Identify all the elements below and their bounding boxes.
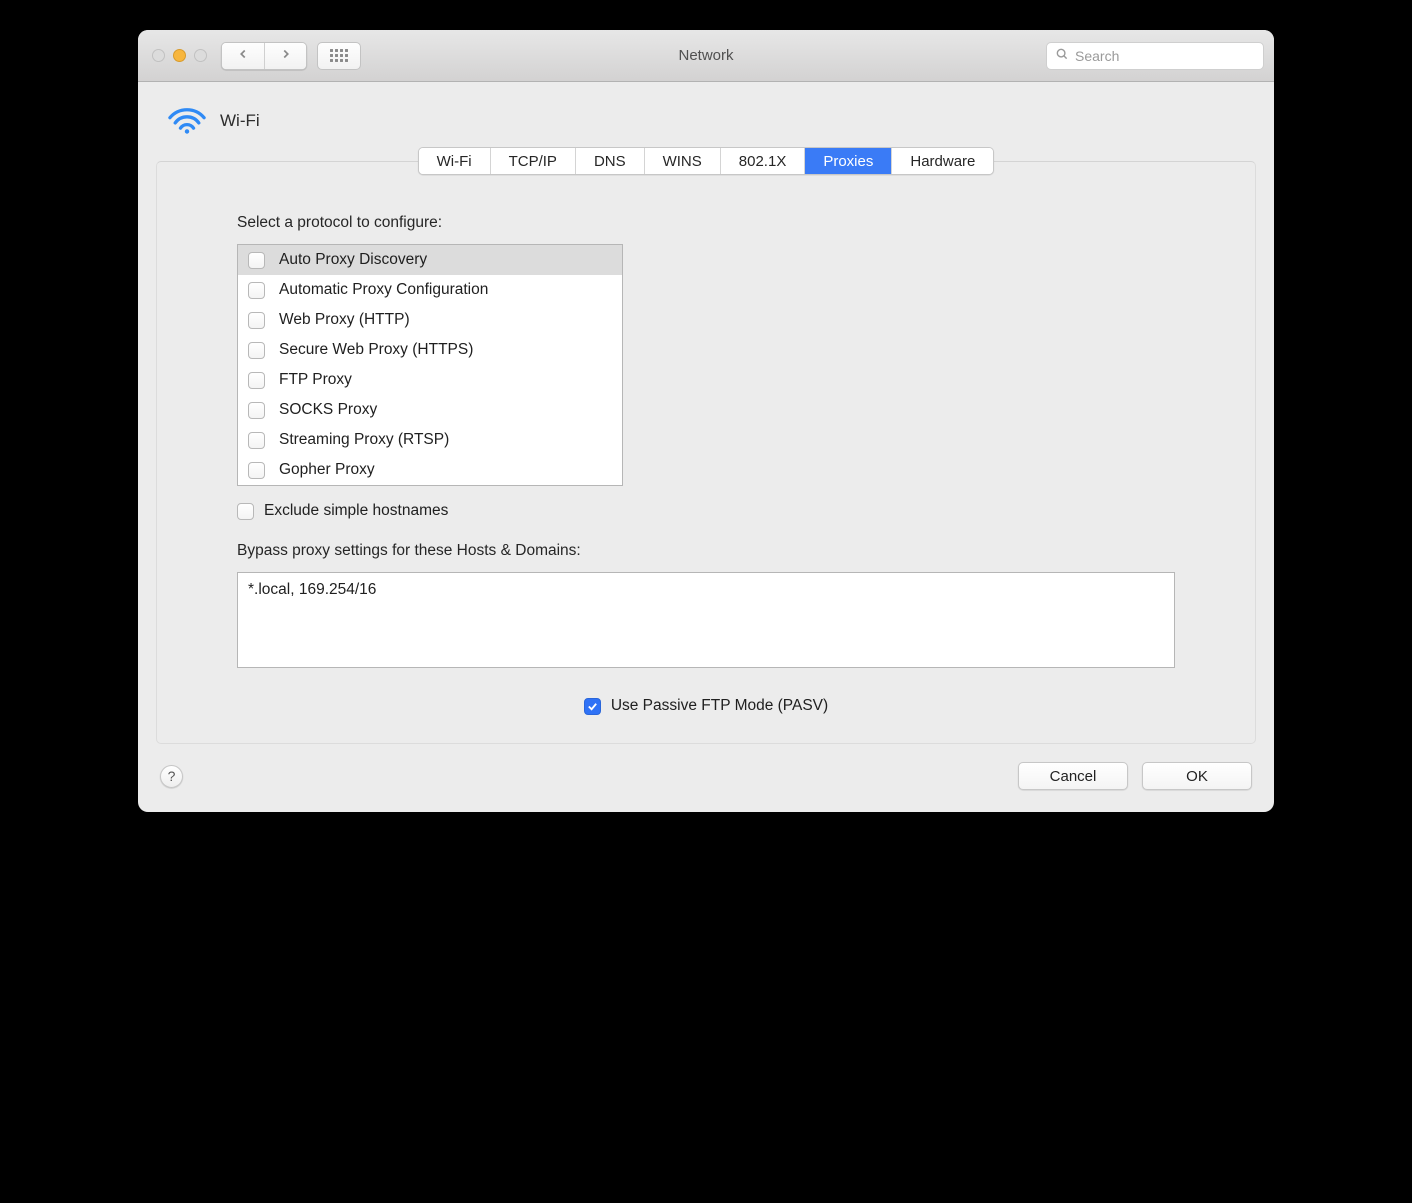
chevron-left-icon — [236, 47, 250, 64]
checkbox-icon — [584, 698, 601, 715]
exclude-simple-hostnames-label: Exclude simple hostnames — [264, 502, 448, 520]
show-all-button[interactable] — [317, 42, 361, 70]
interface-name: Wi-Fi — [220, 111, 260, 131]
protocol-label: FTP Proxy — [279, 371, 352, 389]
checkbox-icon — [248, 432, 265, 449]
checkbox-icon — [248, 282, 265, 299]
preferences-window: Network Wi-Fi Wi-FiTCP/IPDNSWINS802.1XPr… — [138, 30, 1274, 812]
tab-dns[interactable]: DNS — [575, 148, 644, 174]
checkbox-icon — [248, 372, 265, 389]
protocol-list[interactable]: Auto Proxy Discovery Automatic Proxy Conf… — [237, 244, 623, 486]
close-window-button[interactable] — [152, 49, 165, 62]
tab-bar: Wi-FiTCP/IPDNSWINS802.1XProxiesHardware — [418, 147, 995, 175]
grid-icon — [330, 49, 348, 62]
tab-8021x[interactable]: 802.1X — [720, 148, 805, 174]
use-passive-ftp-label: Use Passive FTP Mode (PASV) — [611, 697, 828, 715]
protocol-row[interactable]: Automatic Proxy Configuration — [238, 275, 622, 305]
protocol-row[interactable]: Secure Web Proxy (HTTPS) — [238, 335, 622, 365]
protocol-row[interactable]: FTP Proxy — [238, 365, 622, 395]
tab-wins[interactable]: WINS — [644, 148, 720, 174]
protocol-label: Streaming Proxy (RTSP) — [279, 431, 449, 449]
minimize-window-button[interactable] — [173, 49, 186, 62]
protocol-label: Secure Web Proxy (HTTPS) — [279, 341, 473, 359]
protocol-row[interactable]: Web Proxy (HTTP) — [238, 305, 622, 335]
search-input[interactable] — [1075, 48, 1256, 64]
protocol-label: SOCKS Proxy — [279, 401, 377, 419]
search-icon — [1055, 47, 1075, 64]
cancel-button[interactable]: Cancel — [1018, 762, 1128, 790]
protocol-row[interactable]: SOCKS Proxy — [238, 395, 622, 425]
zoom-window-button[interactable] — [194, 49, 207, 62]
protocol-label: Web Proxy (HTTP) — [279, 311, 410, 329]
tab-proxies[interactable]: Proxies — [804, 148, 891, 174]
interface-header: Wi-Fi — [138, 82, 1274, 145]
tab-wifi[interactable]: Wi-Fi — [419, 148, 490, 174]
use-passive-ftp-checkbox[interactable]: Use Passive FTP Mode (PASV) — [584, 697, 828, 715]
ok-button[interactable]: OK — [1142, 762, 1252, 790]
exclude-simple-hostnames-checkbox[interactable]: Exclude simple hostnames — [237, 502, 1175, 520]
search-field[interactable] — [1046, 42, 1264, 70]
checkbox-icon — [248, 462, 265, 479]
protocol-label: Gopher Proxy — [279, 461, 375, 479]
bottom-bar: ? Cancel OK — [138, 762, 1274, 812]
bypass-label: Bypass proxy settings for these Hosts & … — [237, 542, 1175, 560]
checkbox-icon — [248, 402, 265, 419]
wifi-icon — [166, 102, 220, 139]
protocol-row[interactable]: Auto Proxy Discovery — [238, 245, 622, 275]
bypass-hosts-textarea[interactable] — [237, 572, 1175, 668]
forward-button[interactable] — [264, 43, 306, 69]
nav-back-forward — [221, 42, 307, 70]
protocol-row[interactable]: Streaming Proxy (RTSP) — [238, 425, 622, 455]
checkbox-icon — [248, 312, 265, 329]
chevron-right-icon — [279, 47, 293, 64]
checkbox-icon — [237, 503, 254, 520]
proxies-panel: Select a protocol to configure: Auto Pro… — [156, 161, 1256, 744]
protocol-label: Automatic Proxy Configuration — [279, 281, 488, 299]
select-protocol-label: Select a protocol to configure: — [237, 214, 1175, 232]
tab-hardware[interactable]: Hardware — [891, 148, 993, 174]
checkbox-icon — [248, 252, 265, 269]
traffic-lights — [152, 49, 207, 62]
toolbar: Network — [138, 30, 1274, 82]
protocol-label: Auto Proxy Discovery — [279, 251, 427, 269]
help-button[interactable]: ? — [160, 765, 183, 788]
checkbox-icon — [248, 342, 265, 359]
protocol-row[interactable]: Gopher Proxy — [238, 455, 622, 485]
back-button[interactable] — [222, 43, 264, 69]
tab-tcpip[interactable]: TCP/IP — [490, 148, 575, 174]
